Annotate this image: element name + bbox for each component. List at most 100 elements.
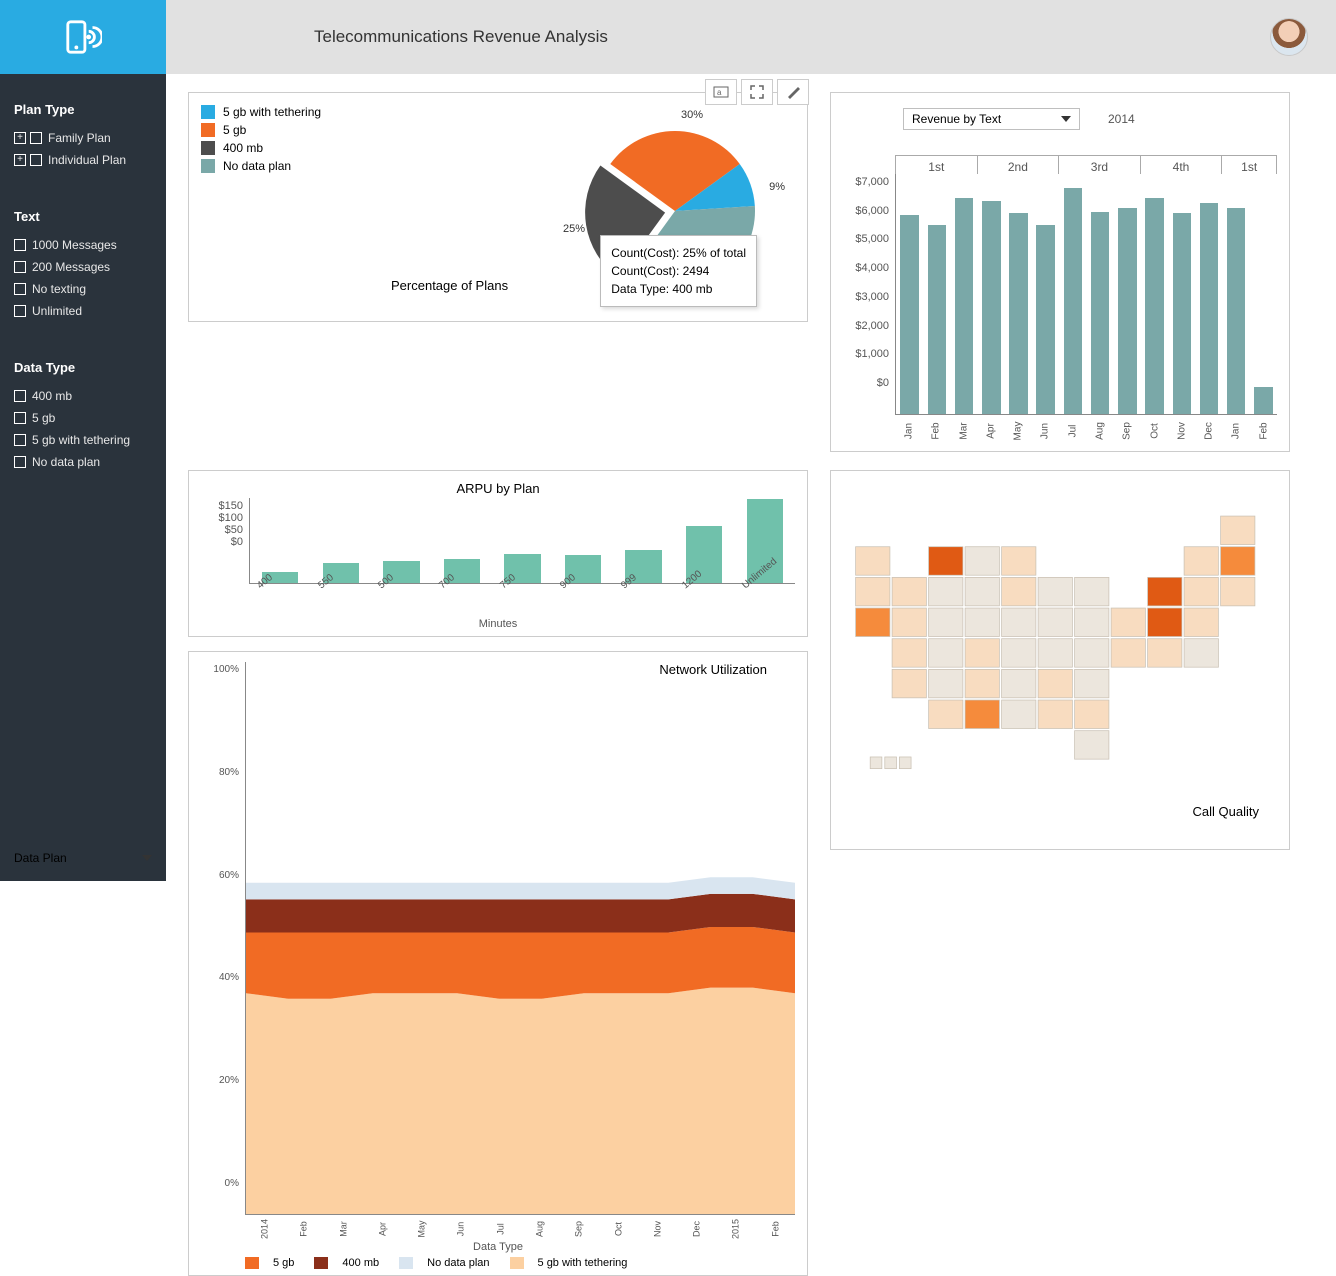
state-CA[interactable] <box>856 608 890 636</box>
filter-item[interactable]: No data plan <box>14 451 152 473</box>
state-KY[interactable] <box>1038 639 1072 667</box>
revenue-metric-dropdown[interactable]: Revenue by Text <box>903 108 1080 130</box>
user-avatar[interactable] <box>1270 18 1308 56</box>
state-VA[interactable] <box>1111 639 1145 667</box>
x-tick: Feb <box>292 1209 316 1248</box>
state-MD[interactable] <box>1148 639 1182 667</box>
state-AR[interactable] <box>965 669 999 697</box>
state-NM[interactable] <box>892 669 926 697</box>
us-map[interactable] <box>841 481 1279 814</box>
state-MT[interactable] <box>929 547 963 575</box>
fullscreen-button[interactable] <box>741 79 773 105</box>
y-tick: $2,000 <box>855 320 889 332</box>
legend-label: 5 gb with tethering <box>538 1257 628 1269</box>
legend-item[interactable]: 400 mb <box>201 141 361 155</box>
chevron-down-icon <box>1061 116 1071 122</box>
legend-item[interactable]: 5 gb <box>201 123 361 137</box>
state-MS[interactable] <box>1002 700 1036 728</box>
state-WI[interactable] <box>1038 577 1072 605</box>
revenue-bar[interactable] <box>1064 188 1083 414</box>
area-layer[interactable] <box>246 894 795 933</box>
state-GA[interactable] <box>1075 700 1109 728</box>
filter-item[interactable]: 5 gb with tethering <box>14 429 152 451</box>
revenue-bar[interactable] <box>955 198 974 414</box>
data-plan-dropdown[interactable]: Data Plan <box>14 845 152 871</box>
state-NJ[interactable] <box>1148 608 1182 636</box>
state-MI[interactable] <box>1075 577 1109 605</box>
state-AZ[interactable] <box>892 639 926 667</box>
revenue-bar[interactable] <box>1036 225 1055 414</box>
state-ME[interactable] <box>1221 516 1255 544</box>
state-IN[interactable] <box>1038 608 1072 636</box>
state-VT[interactable] <box>1184 547 1218 575</box>
state-WA[interactable] <box>856 547 890 575</box>
state-PA[interactable] <box>1111 608 1145 636</box>
revenue-bar[interactable] <box>1254 387 1273 414</box>
state-MO[interactable] <box>1002 639 1036 667</box>
legend-item[interactable]: No data plan <box>201 159 361 173</box>
state-IL[interactable] <box>1002 608 1036 636</box>
revenue-bar[interactable] <box>1009 213 1028 414</box>
state-RI[interactable] <box>1184 608 1218 636</box>
legend-item[interactable]: 5 gb <box>245 1257 294 1269</box>
state-SD[interactable] <box>965 577 999 605</box>
state-NY[interactable] <box>1148 577 1182 605</box>
legend-label: No data plan <box>223 159 291 173</box>
edit-button[interactable] <box>777 79 809 105</box>
state-WV[interactable] <box>1075 639 1109 667</box>
revenue-bar[interactable] <box>982 201 1001 414</box>
revenue-bar[interactable] <box>1200 203 1219 414</box>
filter-item[interactable]: No texting <box>14 278 152 300</box>
state-CT[interactable] <box>1221 577 1255 605</box>
state-CO[interactable] <box>929 639 963 667</box>
revenue-bar[interactable] <box>1145 198 1164 414</box>
legend-item[interactable]: 5 gb with tethering <box>510 1257 628 1269</box>
legend-item[interactable]: 400 mb <box>314 1257 379 1269</box>
legend-swatch <box>201 159 215 173</box>
filter-label: 400 mb <box>32 389 72 403</box>
state-IA[interactable] <box>1002 577 1036 605</box>
state-NE[interactable] <box>965 608 999 636</box>
state-UT[interactable] <box>929 608 963 636</box>
state-ND[interactable] <box>965 547 999 575</box>
state-NC[interactable] <box>1038 669 1072 697</box>
state-SC[interactable] <box>1075 669 1109 697</box>
revenue-bar[interactable] <box>900 215 919 414</box>
filter-item[interactable]: 200 Messages <box>14 256 152 278</box>
filter-item[interactable]: +Individual Plan <box>14 149 152 171</box>
state-AL[interactable] <box>1038 700 1072 728</box>
state-KS[interactable] <box>965 639 999 667</box>
state-TN[interactable] <box>1002 669 1036 697</box>
state-DE[interactable] <box>1184 639 1218 667</box>
filter-item[interactable]: +Family Plan <box>14 127 152 149</box>
filter-item[interactable]: 1000 Messages <box>14 234 152 256</box>
state-OR[interactable] <box>856 577 890 605</box>
state-MN[interactable] <box>1002 547 1036 575</box>
legend-item[interactable]: No data plan <box>399 1257 489 1269</box>
x-tick: Jan <box>1224 417 1248 444</box>
text-size-button[interactable]: a <box>705 79 737 105</box>
filter-item[interactable]: Unlimited <box>14 300 152 322</box>
revenue-bar[interactable] <box>928 225 947 414</box>
x-tick: Dec <box>1197 417 1221 444</box>
state-LA[interactable] <box>965 700 999 728</box>
revenue-bar[interactable] <box>1091 212 1110 414</box>
filter-item[interactable]: 400 mb <box>14 385 152 407</box>
state-NH[interactable] <box>1221 547 1255 575</box>
revenue-bar[interactable] <box>1173 213 1192 414</box>
state-NV[interactable] <box>892 608 926 636</box>
state-OK[interactable] <box>929 669 963 697</box>
state-FL[interactable] <box>1075 731 1109 759</box>
legend-item[interactable]: 5 gb with tethering <box>201 105 361 119</box>
area-layer[interactable] <box>246 988 795 1214</box>
filter-item[interactable]: 5 gb <box>14 407 152 429</box>
state-MA[interactable] <box>1184 577 1218 605</box>
filter-group-title: Data Type <box>14 360 152 375</box>
revenue-bar[interactable] <box>1227 208 1246 414</box>
state-WY[interactable] <box>929 577 963 605</box>
revenue-bar[interactable] <box>1118 208 1137 414</box>
state-TX[interactable] <box>929 700 963 728</box>
y-tick: $100 <box>219 512 243 524</box>
state-ID[interactable] <box>892 577 926 605</box>
state-OH[interactable] <box>1075 608 1109 636</box>
